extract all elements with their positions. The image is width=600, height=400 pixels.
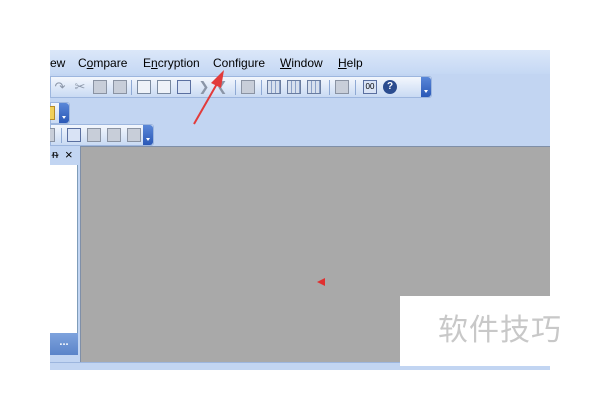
- annotation-arrow-head: [211, 70, 224, 88]
- watermark: 软件技巧: [400, 296, 600, 366]
- annotation-arrow-line: [193, 81, 219, 125]
